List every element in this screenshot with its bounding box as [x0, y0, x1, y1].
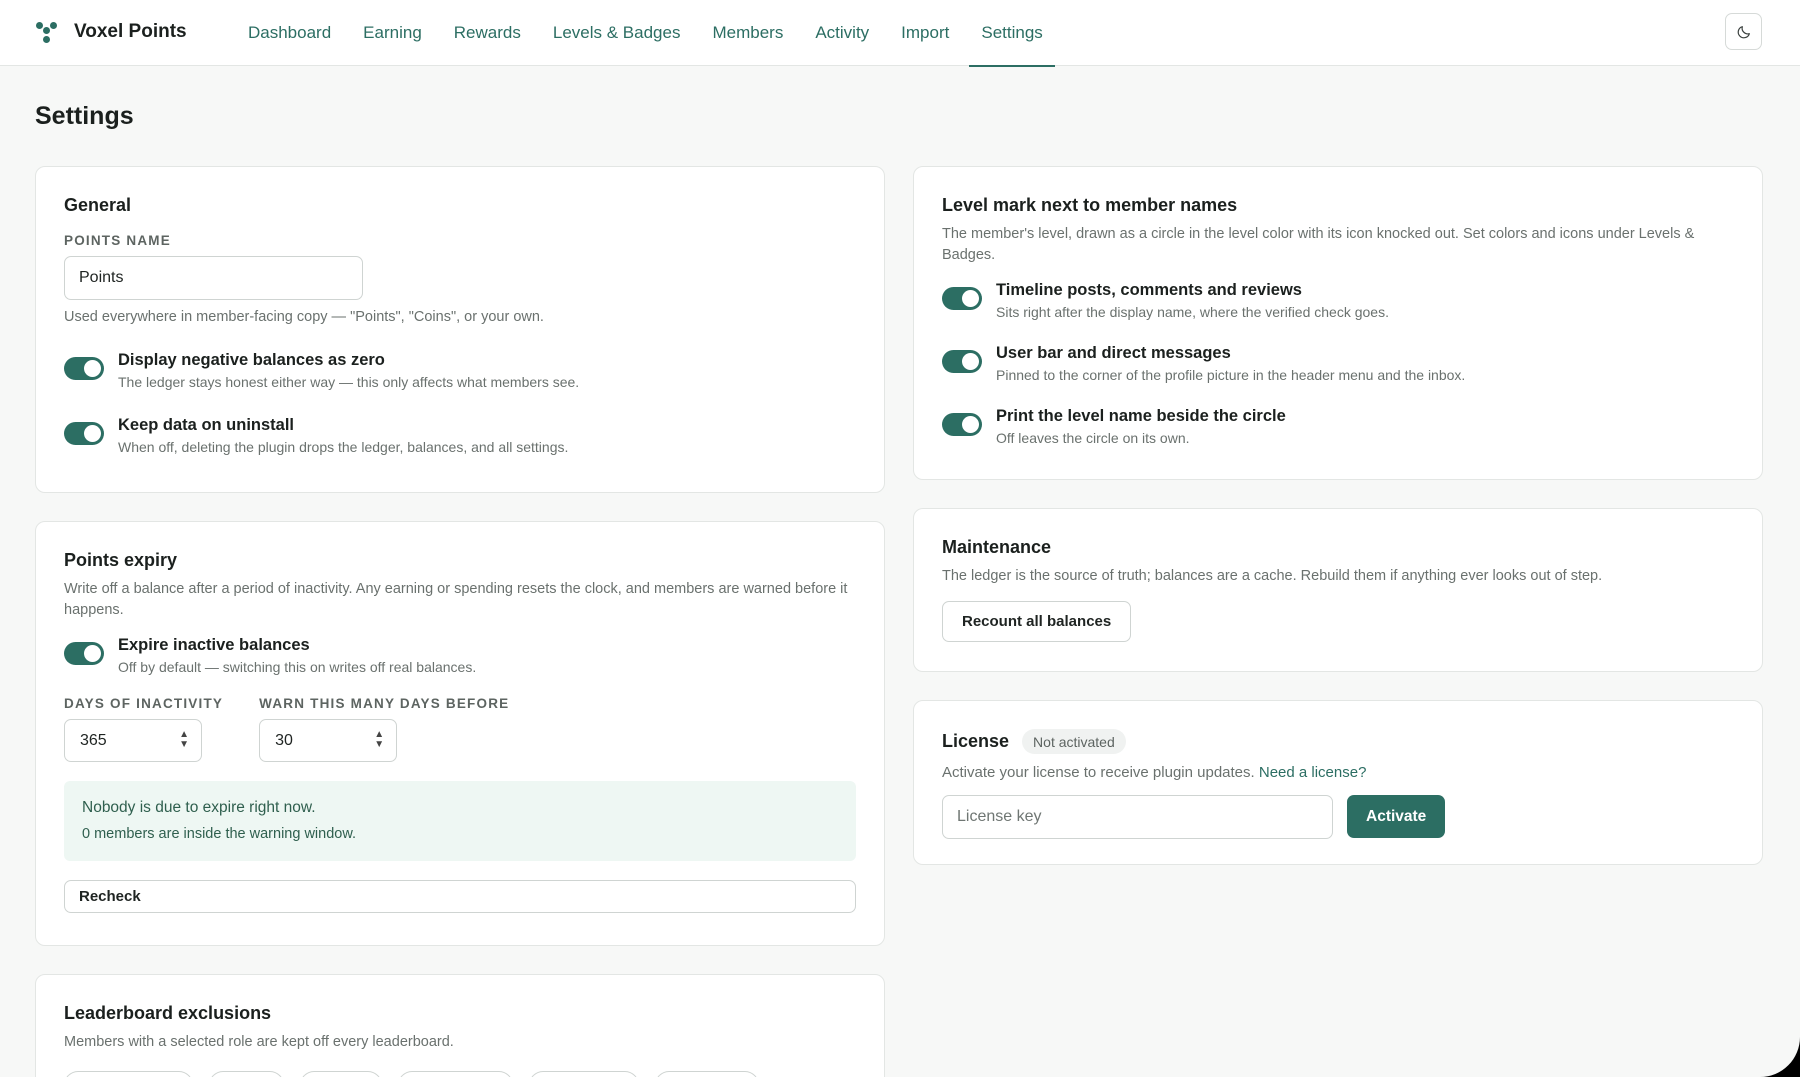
brand[interactable]: Voxel Points [34, 0, 187, 64]
points-expiry-title: Points expiry [64, 550, 178, 570]
toggle-subtitle: Pinned to the corner of the profile pict… [996, 367, 1466, 383]
role-chip[interactable] [209, 1071, 284, 1077]
main-nav: Dashboard Earning Rewards Levels & Badge… [232, 0, 1059, 67]
days-inactivity-stepper[interactable]: 365 ▲ ▼ [64, 719, 202, 762]
level-mark-title: Level mark next to member names [942, 195, 1238, 215]
license-title: License [942, 731, 1010, 751]
toggle-row-expire-inactive: Expire inactive balances Off by default … [64, 633, 856, 677]
timeline-posts-toggle[interactable] [942, 287, 982, 310]
points-name-help: Used everywhere in member-facing copy — … [64, 309, 544, 325]
toggle-row-print-level-name: Print the level name beside the circle O… [942, 404, 1734, 448]
points-expiry-description: Write off a balance after a period of in… [64, 581, 848, 618]
nav-item-dashboard[interactable]: Dashboard [232, 0, 347, 66]
role-chip[interactable] [64, 1071, 193, 1077]
toggle-title: Print the level name beside the circle [996, 407, 1286, 425]
recheck-button[interactable]: Recheck [64, 880, 856, 913]
toggle-subtitle: Sits right after the display name, where… [996, 304, 1389, 320]
leaderboard-exclusions-card: Leaderboard exclusions Members with a se… [35, 974, 885, 1077]
maintenance-description: The ledger is the source of truth; balan… [942, 568, 1603, 584]
role-chip[interactable] [655, 1071, 759, 1077]
points-name-label: POINTS NAME [64, 233, 171, 248]
days-inactivity-label: DAYS OF INACTIVITY [64, 696, 224, 711]
leaderboard-exclusions-title: Leaderboard exclusions [64, 1003, 272, 1023]
general-card: General POINTS NAME Points Used everywhe… [35, 166, 885, 493]
nav-item-earning[interactable]: Earning [347, 0, 438, 66]
expire-inactive-toggle[interactable] [64, 642, 104, 665]
license-header: License Not activated [942, 729, 1734, 754]
nav-item-levels-badges[interactable]: Levels & Badges [537, 0, 697, 66]
stepper-arrows-icon[interactable]: ▲ ▼ [374, 730, 384, 750]
maintenance-card: Maintenance The ledger is the source of … [913, 508, 1763, 672]
toggle-row-negative-balances: Display negative balances as zero The le… [64, 348, 856, 392]
expiry-notice: Nobody is due to expire right now. 0 mem… [64, 781, 856, 861]
nav-item-settings[interactable]: Settings [965, 0, 1058, 67]
theme-toggle-button[interactable] [1725, 13, 1762, 50]
nav-item-import[interactable]: Import [885, 0, 965, 66]
role-chip[interactable] [529, 1071, 639, 1077]
recheck-label: Recheck [79, 888, 141, 905]
moon-icon [1737, 25, 1750, 38]
license-key-input[interactable]: License key [942, 795, 1333, 839]
stepper-arrows-icon[interactable]: ▲ ▼ [179, 730, 189, 750]
license-description: Activate your license to receive plugin … [942, 762, 1734, 783]
toggle-title: Display negative balances as zero [118, 351, 385, 369]
toggle-subtitle: The ledger stays honest either way — thi… [118, 374, 580, 390]
toggle-subtitle: Off by default — switching this on write… [118, 659, 477, 675]
page-title: Settings [35, 102, 134, 130]
toggle-row-keep-data: Keep data on uninstall When off, deletin… [64, 413, 856, 457]
warn-days-stepper[interactable]: 30 ▲ ▼ [259, 719, 398, 762]
toggle-subtitle: When off, deleting the plugin drops the … [118, 439, 569, 455]
role-chip[interactable] [300, 1071, 382, 1077]
notice-subtitle: 0 members are inside the warning window. [82, 826, 357, 842]
toggle-title: User bar and direct messages [996, 344, 1231, 362]
print-level-name-toggle[interactable] [942, 413, 982, 436]
voxel-logo-icon [34, 19, 60, 45]
role-chip[interactable] [398, 1071, 513, 1077]
points-name-input[interactable]: Points [64, 256, 363, 300]
keep-data-toggle[interactable] [64, 422, 104, 445]
toggle-row-timeline-posts: Timeline posts, comments and reviews Sit… [942, 278, 1734, 322]
role-chips [64, 1071, 856, 1077]
leaderboard-exclusions-description: Members with a selected role are kept of… [64, 1034, 454, 1050]
activate-label: Activate [1366, 807, 1427, 825]
license-status-badge: Not activated [1022, 729, 1126, 754]
nav-item-rewards[interactable]: Rewards [438, 0, 537, 66]
app-window: Voxel Points Dashboard Earning Rewards L… [0, 0, 1800, 1077]
maintenance-title: Maintenance [942, 537, 1052, 557]
license-description-text: Activate your license to receive plugin … [942, 764, 1255, 781]
nav-item-activity[interactable]: Activity [799, 0, 885, 66]
toggle-row-user-bar: User bar and direct messages Pinned to t… [942, 341, 1734, 385]
negative-balances-toggle[interactable] [64, 357, 104, 380]
brand-name: Voxel Points [74, 21, 187, 42]
toggle-title: Keep data on uninstall [118, 416, 295, 434]
activate-button[interactable]: Activate [1347, 795, 1446, 838]
toggle-subtitle: Off leaves the circle on its own. [996, 430, 1190, 446]
recount-balances-label: Recount all balances [962, 613, 1112, 630]
notice-title: Nobody is due to expire right now. [82, 799, 316, 816]
need-license-link[interactable]: Need a license? [1259, 764, 1367, 781]
toggle-title: Expire inactive balances [118, 636, 310, 654]
toggle-title: Timeline posts, comments and reviews [996, 281, 1302, 299]
days-inactivity-value: 365 [80, 731, 107, 749]
license-form: License key Activate [942, 795, 1734, 839]
expiry-fields: DAYS OF INACTIVITY 365 ▲ ▼ WARN THIS MANY… [64, 696, 856, 762]
points-expiry-card: Points expiry Write off a balance after … [35, 521, 885, 946]
top-navigation-bar: Voxel Points Dashboard Earning Rewards L… [0, 0, 1800, 67]
license-card: License Not activated Activate your lice… [913, 700, 1763, 865]
level-mark-card: Level mark next to member names The memb… [913, 166, 1763, 480]
general-title: General [64, 195, 132, 215]
warn-days-label: WARN THIS MANY DAYS BEFORE [259, 696, 510, 711]
level-mark-description: The member's level, drawn as a circle in… [942, 226, 1695, 263]
warn-days-value: 30 [275, 731, 293, 749]
user-bar-toggle[interactable] [942, 350, 982, 373]
recount-balances-button[interactable]: Recount all balances [942, 601, 1132, 642]
nav-item-members[interactable]: Members [696, 0, 799, 66]
license-key-placeholder: License key [957, 808, 1042, 825]
